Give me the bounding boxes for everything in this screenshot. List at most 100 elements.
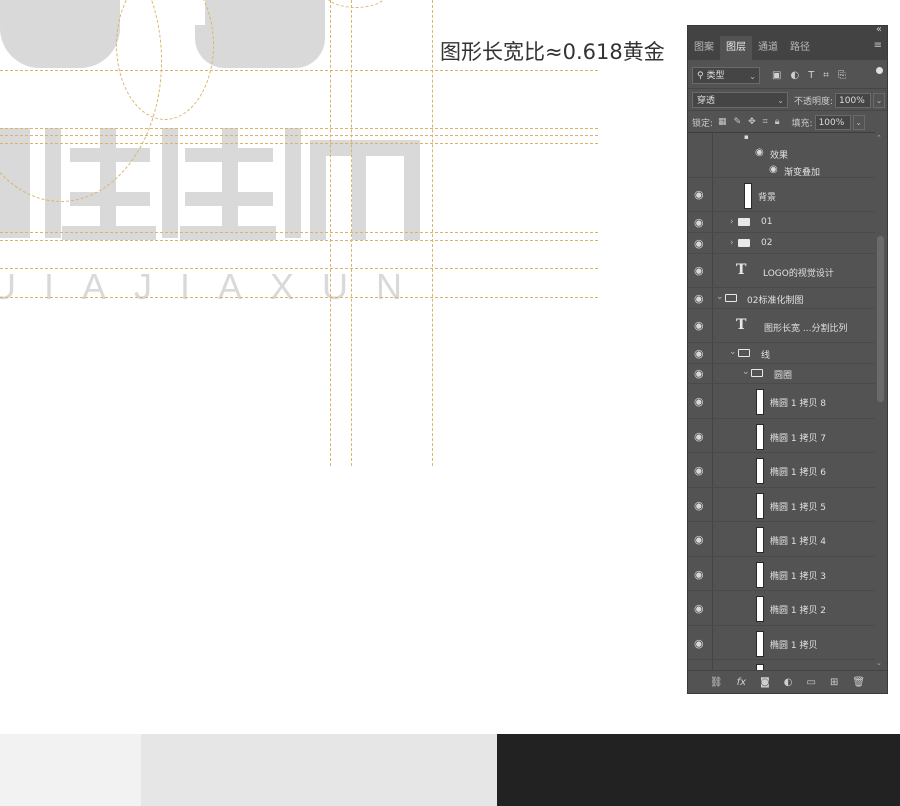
chevron-down-icon[interactable]: ⌄ <box>742 367 750 377</box>
layer-row[interactable]: ◉ ⌄ 圆圈 <box>688 364 875 384</box>
trash-icon[interactable]: 🗑︎ <box>852 677 865 688</box>
layer-row[interactable]: ◉ 椭圆 1 拷贝 2 <box>688 591 875 626</box>
eye-icon[interactable]: ◉ <box>694 603 704 615</box>
layer-name: 椭圆 1 拷贝 3 <box>770 572 827 582</box>
layer-name: 背景 <box>758 193 777 203</box>
eye-icon[interactable]: ◉ <box>694 265 704 277</box>
opacity-input[interactable]: 100% <box>835 92 872 108</box>
eye-icon[interactable]: ◉ <box>755 147 764 159</box>
eye-icon[interactable]: ◉ <box>694 534 704 546</box>
layer-name: 椭圆 1 拷贝 7 <box>770 434 827 444</box>
scroll-thumb[interactable] <box>877 236 884 402</box>
layer-row[interactable]: ◉ › 02 <box>688 233 875 254</box>
text-layer-icon: T <box>736 262 747 278</box>
eye-icon[interactable]: ◉ <box>769 164 778 176</box>
layer-thumbnail <box>756 493 764 519</box>
blend-mode-value: 穿透 <box>697 96 716 106</box>
fill-input[interactable]: 100% <box>814 114 851 130</box>
tab-paths[interactable]: 路径 <box>784 36 816 60</box>
hamburger-icon[interactable]: ≡ <box>874 40 882 51</box>
eye-icon[interactable]: ◉ <box>694 638 704 650</box>
layer-row[interactable]: ◉ 背景 <box>688 178 875 212</box>
layer-row[interactable]: ◉ 椭圆 1 拷贝 <box>688 626 875 660</box>
tab-patterns[interactable]: 图案 <box>688 36 720 60</box>
layer-row[interactable]: ◉ 椭圆 1 拷贝 6 <box>688 453 875 488</box>
layer-row[interactable]: ◉ 椭圆 1 拷贝 5 <box>688 488 875 522</box>
chevron-right-icon[interactable]: › <box>730 217 734 227</box>
image-filter-icon[interactable]: ▣ <box>772 70 781 81</box>
layer-row[interactable]: ◉ › 01 <box>688 212 875 233</box>
adjustment-layer-icon[interactable]: ◐ <box>784 677 793 688</box>
layer-thumbnail <box>756 389 764 415</box>
new-group-icon[interactable]: ▭ <box>807 677 816 688</box>
layer-thumbnail <box>756 527 764 553</box>
layer-name: 02 <box>761 238 773 248</box>
swatch-mid <box>141 734 497 806</box>
layer-row[interactable]: ◉ 椭圆 1 拷贝 3 <box>688 557 875 591</box>
scroll-up-icon[interactable]: ⌃ <box>876 134 882 142</box>
eye-icon[interactable]: ◉ <box>694 189 704 201</box>
layer-row[interactable]: ◉ T 图形长宽 ...分割比列 <box>688 309 875 343</box>
layers-panel[interactable]: « 图案 图层 通道 路径 ≡ ⚲ 类型 ⌄ ▣ ◐ T ⌗ ⎘ 穿透 ⌄ 不透… <box>687 24 888 694</box>
chevron-down-icon: ⌄ <box>777 96 784 105</box>
adjustment-filter-icon[interactable]: ◐ <box>790 70 799 81</box>
layer-row[interactable]: ◉ ⌄ 线 <box>688 343 875 364</box>
layer-row[interactable]: ◉ T LOGO的视觉设计 <box>688 254 875 288</box>
new-layer-icon[interactable]: ⊞ <box>830 677 838 688</box>
folder-open-icon <box>725 294 737 302</box>
chevron-down-icon[interactable]: ⌄ <box>852 114 865 130</box>
lock-icon[interactable]: 🔒︎ <box>775 117 780 127</box>
layer-thumbnail <box>756 424 764 450</box>
brush-icon[interactable]: ✎ <box>734 117 742 127</box>
smart-object-filter-icon[interactable]: ⎘ <box>838 70 846 81</box>
fx-icon[interactable]: fx <box>737 677 746 688</box>
panel-title-bar[interactable]: « <box>688 24 887 36</box>
folder-icon <box>738 239 750 247</box>
layer-row[interactable]: ◉ ⌄ 02标准化制图 <box>688 288 875 309</box>
eye-icon[interactable]: ◉ <box>694 238 704 250</box>
layer-row[interactable]: ◉ 椭圆 1 拷贝 7 <box>688 419 875 453</box>
eye-icon[interactable]: ◉ <box>694 431 704 443</box>
tab-channels[interactable]: 通道 <box>752 36 784 60</box>
checkerboard-icon[interactable]: ▦ <box>718 117 727 127</box>
layer-row[interactable]: ◉ 椭圆 1 拷贝 4 <box>688 522 875 557</box>
eye-icon[interactable]: ◉ <box>694 569 704 581</box>
blend-mode-select[interactable]: 穿透 ⌄ <box>692 92 788 108</box>
chevron-down-icon[interactable]: ⌄ <box>716 292 724 302</box>
eye-icon[interactable]: ◉ <box>694 465 704 477</box>
layers-scrollbar[interactable]: ⌃ ⌄ <box>875 134 885 667</box>
layer-row[interactable]: ◉ 椭圆 1 拷贝 8 <box>688 384 875 419</box>
folder-open-icon <box>738 349 750 357</box>
shape-filter-icon[interactable]: ⌗ <box>823 70 829 81</box>
layer-name: 圆圈 <box>774 371 793 381</box>
move-icon[interactable]: ✥ <box>748 117 756 127</box>
opacity-label: 不透明度: <box>794 96 834 107</box>
kind-filter-select[interactable]: ⚲ 类型 ⌄ <box>692 66 760 84</box>
layer-thumbnail <box>756 562 764 588</box>
eye-icon[interactable]: ◉ <box>694 500 704 512</box>
mask-icon[interactable]: ◙ <box>760 677 770 688</box>
eye-icon[interactable]: ◉ <box>694 348 704 360</box>
chevron-right-icon[interactable]: › <box>730 238 734 248</box>
type-filter-icon[interactable]: T <box>808 70 814 81</box>
chevron-down-icon[interactable]: ⌄ <box>729 347 737 357</box>
scroll-down-icon[interactable]: ⌄ <box>876 659 882 667</box>
filter-toggle[interactable] <box>876 67 883 74</box>
layers-list[interactable]: ▪ ◉ 效果 ◉ 渐变叠加 ◉ 背景 ◉ › 01 ◉ › 02 ◉ T LOG… <box>688 132 875 671</box>
layer-name: 椭圆 1 拷贝 <box>770 641 818 651</box>
crop-icon[interactable]: ⌗ <box>763 117 768 127</box>
eye-icon[interactable]: ◉ <box>694 368 704 380</box>
effects-row[interactable]: ◉ 效果 <box>688 145 875 161</box>
swatch-light <box>0 734 141 806</box>
fill-label: 填充: <box>791 118 813 129</box>
tab-layers[interactable]: 图层 <box>720 36 752 60</box>
chevron-down-icon[interactable]: ⌄ <box>873 92 886 108</box>
double-chevron-icon[interactable]: « <box>876 24 882 35</box>
eye-icon[interactable]: ◉ <box>694 293 704 305</box>
eye-icon[interactable]: ◉ <box>694 396 704 408</box>
link-icon[interactable]: ⛓ <box>710 677 723 688</box>
layer-name: LOGO的视觉设计 <box>763 269 834 279</box>
effect-item-row[interactable]: ◉ 渐变叠加 <box>688 161 875 178</box>
eye-icon[interactable]: ◉ <box>694 320 704 332</box>
eye-icon[interactable]: ◉ <box>694 217 704 229</box>
